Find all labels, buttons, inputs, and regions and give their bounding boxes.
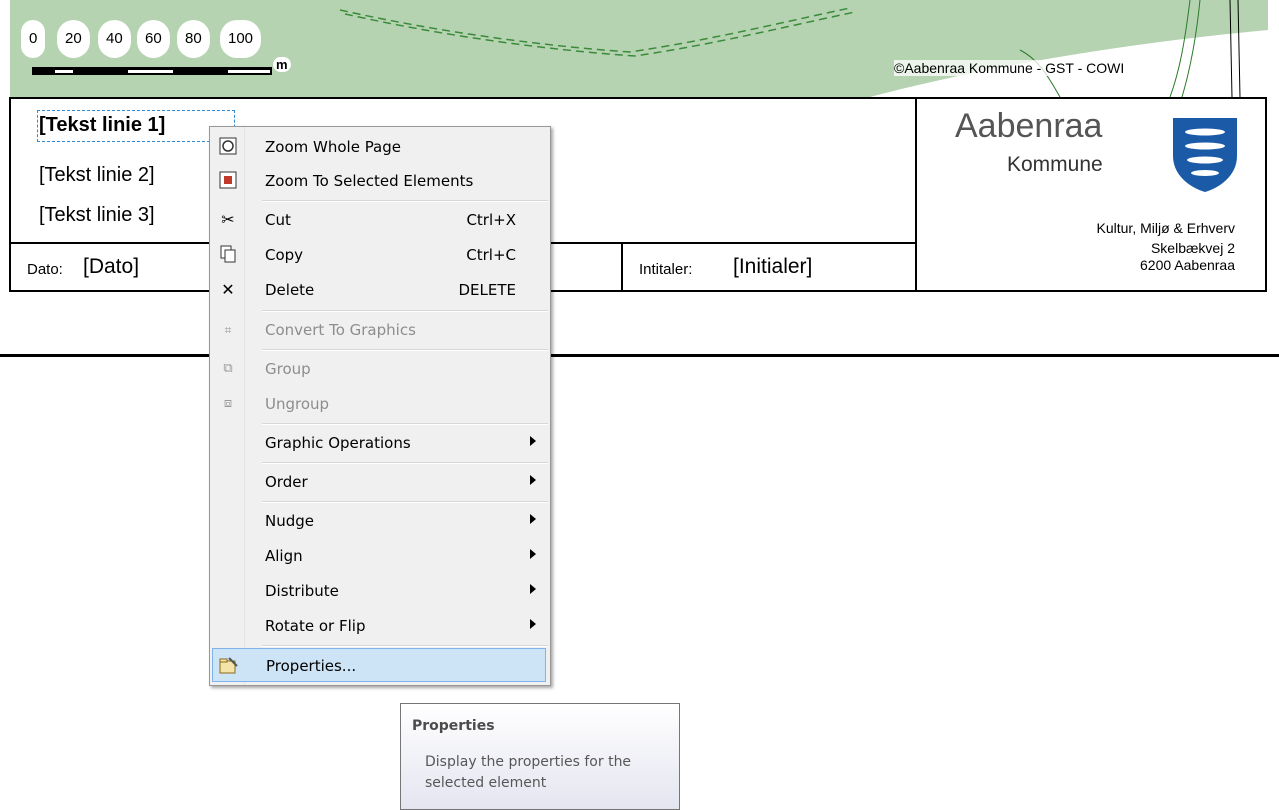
scale-label-60: 60 <box>140 23 167 55</box>
logo-name: Aabenraa <box>955 107 1103 145</box>
menu-item-nudge[interactable]: Nudge <box>212 504 546 538</box>
group-icon: ⧉ <box>223 361 233 376</box>
menu-item-shortcut: Ctrl+C <box>466 246 516 264</box>
delete-x-icon: ✕ <box>221 280 235 299</box>
menu-item-rotate-or-flip[interactable]: Rotate or Flip <box>212 609 546 643</box>
scale-label-0: 0 <box>24 23 43 55</box>
menu-separator <box>262 645 548 647</box>
scale-label-40: 40 <box>101 23 128 55</box>
text-line-1[interactable]: [Tekst linie 1] <box>39 114 165 137</box>
submenu-arrow-icon <box>530 584 536 594</box>
initials-value[interactable]: [Initialer] <box>733 255 812 279</box>
menu-item-label: Order <box>265 473 308 491</box>
menu-separator <box>262 349 548 351</box>
convert-graphics-icon: ⌗ <box>224 323 232 337</box>
menu-item-label: Zoom To Selected Elements <box>265 172 474 190</box>
ungroup-icon: ⧈ <box>223 396 233 411</box>
menu-item-zoom-selected[interactable]: Zoom To Selected Elements <box>212 164 546 198</box>
menu-item-shortcut: DELETE <box>458 281 516 299</box>
menu-item-shortcut: Ctrl+X <box>466 211 516 229</box>
initials-label: Intitaler: <box>639 261 693 278</box>
text-line-2[interactable]: [Tekst linie 2] <box>39 164 155 187</box>
submenu-arrow-icon <box>530 549 536 559</box>
address-street: Skelbækvej 2 <box>1150 240 1235 256</box>
menu-item-delete[interactable]: ✕ Delete DELETE <box>212 273 546 307</box>
title-block: [Tekst linie 1] [Tekst linie 2] [Tekst l… <box>9 97 1267 292</box>
menu-item-label: Copy <box>265 246 304 264</box>
date-label: Dato: <box>27 261 63 278</box>
menu-item-label: Cut <box>265 211 291 229</box>
address-dept: Kultur, Miljø & Erhverv <box>1096 220 1235 236</box>
menu-item-label: Ungroup <box>265 395 330 413</box>
menu-item-label: Convert To Graphics <box>265 321 416 339</box>
menu-separator <box>262 310 548 312</box>
menu-item-label: Zoom Whole Page <box>265 138 402 156</box>
menu-item-label: Nudge <box>265 512 314 530</box>
map-copyright: ©Aabenraa Kommune - GST - COWI <box>894 60 1125 76</box>
scale-label-100: 100 <box>223 23 259 55</box>
properties-icon <box>219 656 239 676</box>
menu-item-convert-to-graphics[interactable]: ⌗ Convert To Graphics <box>212 313 546 347</box>
coat-of-arms-icon <box>1173 118 1237 192</box>
zoom-selected-icon <box>218 171 238 191</box>
menu-item-ungroup[interactable]: ⧈ Ungroup <box>212 387 546 421</box>
submenu-arrow-icon <box>530 436 536 446</box>
menu-item-label: Group <box>265 360 311 378</box>
menu-item-label: Distribute <box>265 582 339 600</box>
menu-item-label: Properties... <box>266 657 357 675</box>
submenu-arrow-icon <box>530 514 536 524</box>
logo-sub: Kommune <box>1007 153 1103 176</box>
map-frame: 0 20 40 60 80 100 m ©Aabenraa Kommune - … <box>10 0 1268 97</box>
menu-separator <box>262 200 548 202</box>
menu-item-zoom-whole-page[interactable]: Zoom Whole Page <box>212 130 546 164</box>
menu-item-order[interactable]: Order <box>212 465 546 499</box>
context-menu: Zoom Whole Page Zoom To Selected Element… <box>209 126 551 686</box>
menu-item-cut[interactable]: ✂ Cut Ctrl+X <box>212 203 546 237</box>
copy-icon <box>218 245 238 265</box>
text-line-3[interactable]: [Tekst linie 3] <box>39 204 155 227</box>
menu-item-label: Align <box>265 547 303 565</box>
menu-item-label: Graphic Operations <box>265 434 411 452</box>
tooltip: Properties Display the properties for th… <box>400 703 680 810</box>
divider-vertical <box>915 99 917 292</box>
tooltip-title: Properties <box>412 718 495 734</box>
submenu-arrow-icon <box>530 475 536 485</box>
scale-label-80: 80 <box>180 23 207 55</box>
submenu-arrow-icon <box>530 619 536 629</box>
zoom-whole-page-icon <box>218 137 238 157</box>
menu-item-align[interactable]: Align <box>212 539 546 573</box>
menu-item-graphic-operations[interactable]: Graphic Operations <box>212 426 546 460</box>
menu-item-copy[interactable]: Copy Ctrl+C <box>212 238 546 272</box>
scale-unit: m <box>273 57 291 72</box>
menu-item-label: Delete <box>265 281 315 299</box>
menu-item-properties[interactable]: Properties... <box>212 648 546 682</box>
scissors-icon: ✂ <box>221 210 235 229</box>
scale-label-20: 20 <box>60 23 87 55</box>
page-border-line <box>0 354 1279 357</box>
menu-separator <box>262 423 548 425</box>
scale-bar <box>32 67 272 75</box>
divider-date-initials <box>621 242 623 292</box>
menu-separator <box>262 501 548 503</box>
menu-item-group[interactable]: ⧉ Group <box>212 352 546 386</box>
tooltip-body: Display the properties for the selected … <box>425 754 632 791</box>
date-value[interactable]: [Dato] <box>83 255 139 279</box>
menu-item-distribute[interactable]: Distribute <box>212 574 546 608</box>
menu-item-label: Rotate or Flip <box>265 617 366 635</box>
address-city: 6200 Aabenraa <box>1140 257 1235 273</box>
menu-separator <box>262 462 548 464</box>
